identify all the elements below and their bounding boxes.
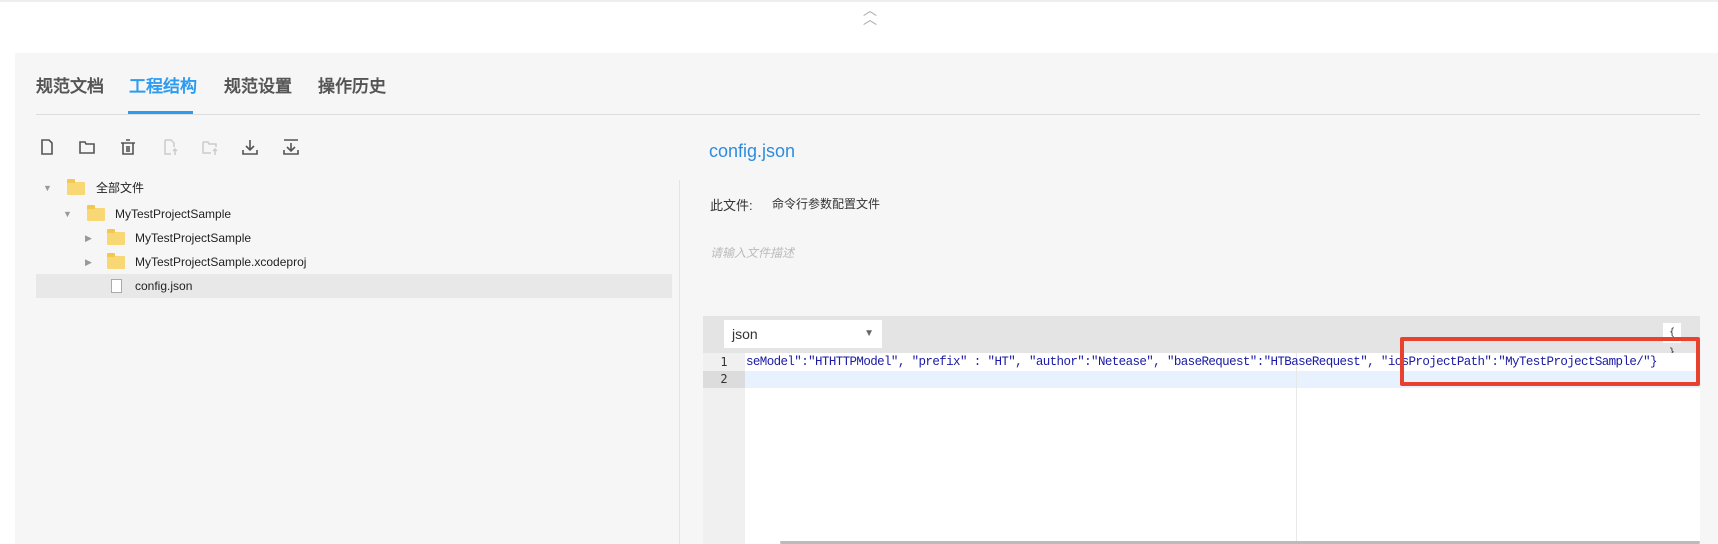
- print-margin: [1296, 353, 1297, 544]
- caret-right-icon[interactable]: ▶: [85, 250, 92, 274]
- tab-divider: [36, 114, 1700, 115]
- tab-operation-history[interactable]: 操作历史: [318, 72, 386, 97]
- language-select-value: json: [732, 326, 758, 342]
- tab-spec-settings[interactable]: 规范设置: [224, 72, 292, 97]
- file-title: config.json: [709, 141, 796, 161]
- tree-item-label: MyTestProjectSample.xcodeproj: [135, 255, 307, 269]
- folder-icon: [87, 205, 105, 221]
- folder-icon: [107, 229, 125, 245]
- caret-down-icon[interactable]: ▼: [43, 176, 52, 200]
- file-desc-label: 此文件:: [710, 198, 753, 213]
- tree-item-label: 全部文件: [96, 181, 145, 195]
- line-number: 1: [720, 355, 728, 369]
- new-file-icon[interactable]: [37, 137, 57, 157]
- dropdown-arrow-icon: ▼: [864, 328, 874, 339]
- caret-right-icon[interactable]: ▶: [85, 226, 92, 250]
- folder-icon: [67, 179, 85, 195]
- tree-item-all-files[interactable]: ▼ 全部文件: [36, 176, 672, 200]
- file-icon: [111, 279, 122, 293]
- tree-item-label: config.json: [135, 279, 193, 293]
- tab-spec-docs[interactable]: 规范文档: [36, 72, 104, 97]
- tree-item-project-folder[interactable]: ▶ MyTestProjectSample: [36, 226, 672, 250]
- export-icon[interactable]: [281, 137, 301, 157]
- tree-item-xcodeproj[interactable]: ▶ MyTestProjectSample.xcodeproj: [36, 250, 672, 274]
- upload-file-icon: [160, 137, 180, 157]
- download-icon[interactable]: [240, 137, 260, 157]
- highlight-box: [1400, 337, 1700, 386]
- tree-item-label: MyTestProjectSample: [135, 231, 252, 245]
- tree-item-config-json[interactable]: config.json: [36, 274, 672, 298]
- folder-icon: [107, 253, 125, 269]
- new-folder-icon[interactable]: [77, 137, 97, 157]
- caret-down-icon[interactable]: ▼: [63, 202, 72, 226]
- tab-project-structure[interactable]: 工程结构: [129, 72, 197, 97]
- file-desc-value: 命令行参数配置文件: [772, 197, 881, 211]
- pane-divider[interactable]: [679, 180, 680, 544]
- line-number: 2: [703, 371, 745, 388]
- upload-folder-icon: [200, 137, 220, 157]
- delete-icon[interactable]: [118, 137, 138, 157]
- language-select[interactable]: json ▼: [724, 320, 882, 348]
- collapse-chevron-up-icon[interactable]: ︿ ︿: [860, 3, 880, 26]
- file-desc-input[interactable]: 请输入文件描述: [710, 244, 794, 261]
- tree-item-label: MyTestProjectSample: [115, 207, 232, 221]
- top-border: [0, 0, 1718, 2]
- tree-item-project-root[interactable]: ▼ MyTestProjectSample: [36, 202, 672, 226]
